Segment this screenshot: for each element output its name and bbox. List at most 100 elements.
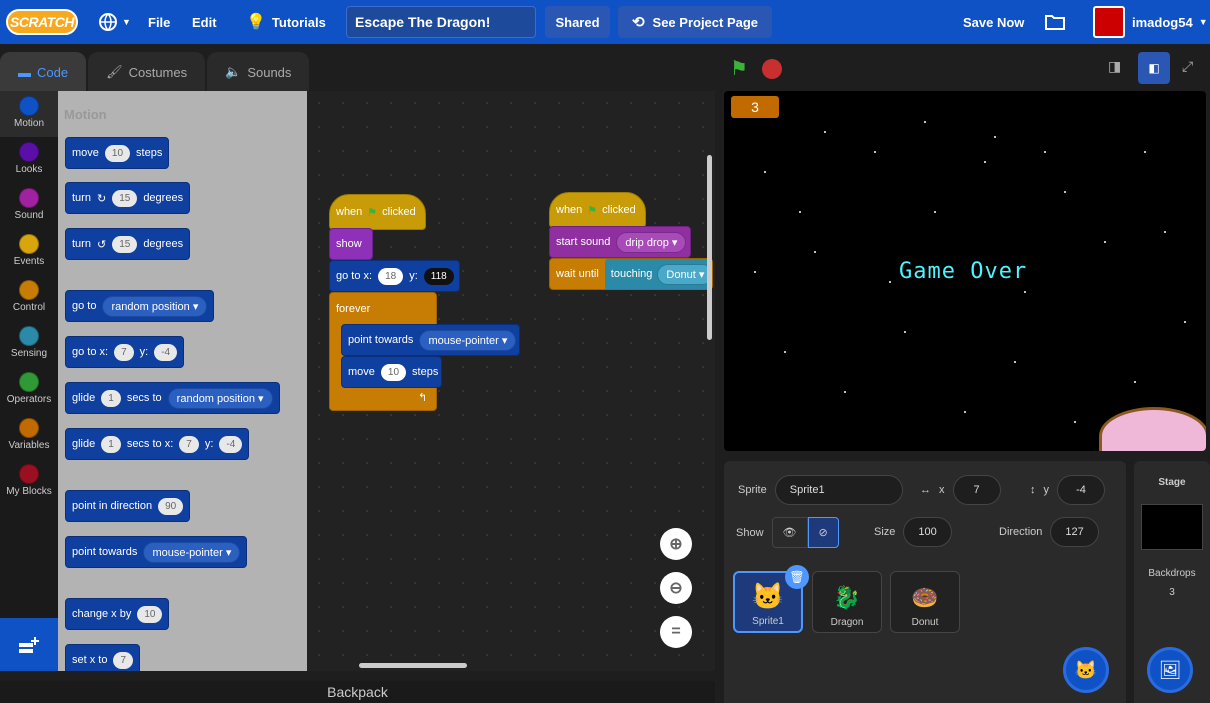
block-dropdown[interactable]: random position ▾ [167, 387, 273, 409]
block-change-x[interactable]: change x by 10 [65, 598, 170, 630]
block-input[interactable]: -4 [219, 435, 243, 453]
block-text: turn [72, 238, 91, 250]
stage-thumbnail[interactable] [1141, 504, 1203, 550]
direction-row: Direction 127 [999, 517, 1099, 547]
block-input[interactable]: 7 [179, 435, 199, 453]
block-input[interactable]: 10 [137, 605, 163, 623]
block-dropdown[interactable]: drip drop ▾ [616, 231, 687, 253]
backpack[interactable]: Backpack [0, 681, 715, 703]
add-backdrop-button[interactable]: 🖼 [1147, 647, 1193, 693]
category-looks[interactable]: Looks [0, 137, 58, 183]
block-input[interactable]: 10 [380, 363, 407, 381]
block-input[interactable]: 118 [423, 267, 454, 285]
script-workspace[interactable]: when ⚑ clicked show go to x: 18 y: 118 foreve… [307, 91, 715, 671]
tutorials-menu[interactable]: 💡 Tutorials [246, 0, 326, 44]
small-stage-icon[interactable]: ◨ [1108, 58, 1121, 75]
block-dropdown[interactable]: mouse-pointer ▾ [143, 541, 241, 563]
horizontal-scrollbar[interactable] [359, 663, 467, 668]
point-towards-block[interactable]: point towards mouse-pointer ▾ [341, 324, 520, 356]
touching-block[interactable]: touching Donut ▾ [604, 259, 712, 289]
my-stuff-folder[interactable] [1045, 0, 1065, 44]
block-input[interactable]: 90 [158, 497, 184, 515]
block-dropdown[interactable]: mouse-pointer ▾ [419, 329, 517, 351]
x-input[interactable]: 7 [952, 475, 1001, 505]
account-menu[interactable]: imadog54 ▼ [1132, 0, 1208, 44]
block-input[interactable]: 15 [112, 189, 138, 207]
block-point-direction[interactable]: point in direction 90 [65, 490, 191, 522]
tab-costumes[interactable]: 🖌 Costumes [88, 52, 206, 92]
block-move-steps[interactable]: move 10 steps [65, 137, 170, 169]
avatar[interactable] [1093, 6, 1125, 38]
fullscreen-icon[interactable]: ⤢ [1182, 58, 1193, 75]
wait-until-block[interactable]: wait until touching Donut ▾ [549, 258, 713, 290]
block-input[interactable]: 7 [114, 343, 134, 361]
block-input[interactable]: 7 [113, 651, 134, 669]
stage-canvas[interactable]: 3 Game Over [724, 91, 1206, 451]
show-block[interactable]: show [329, 228, 373, 260]
tab-costumes-label: Costumes [128, 64, 188, 80]
category-events[interactable]: Events [0, 229, 58, 275]
category-sensing[interactable]: Sensing [0, 321, 58, 367]
vertical-scrollbar[interactable] [707, 155, 712, 340]
block-glide-to[interactable]: glide 1 secs to random position ▾ [65, 382, 280, 414]
category-sound[interactable]: Sound [0, 183, 58, 229]
block-turn-ccw[interactable]: turn ↺ 15 degrees [65, 228, 191, 260]
green-flag-icon[interactable]: ⚑ [730, 56, 748, 81]
save-now-button[interactable]: Save Now [963, 0, 1024, 44]
category-my-blocks[interactable]: My Blocks [0, 459, 58, 505]
block-go-to-xy[interactable]: go to x: 7 y: -4 [65, 336, 185, 368]
normal-stage-icon[interactable]: ◧ [1138, 52, 1170, 84]
sprite-tile-label: Sprite1 [752, 616, 784, 627]
file-menu[interactable]: File [148, 0, 170, 44]
zoom-reset-button[interactable]: = [660, 616, 692, 648]
zoom-in-button[interactable]: ⊕ [660, 528, 692, 560]
project-title-input[interactable] [346, 6, 536, 38]
tab-code[interactable]: ▬ Code [0, 52, 87, 92]
category-operators[interactable]: Operators [0, 367, 58, 413]
go-to-xy-block[interactable]: go to x: 18 y: 118 [329, 260, 460, 292]
tab-sounds[interactable]: 🔈 Sounds [207, 52, 310, 92]
start-sound-block[interactable]: start sound drip drop ▾ [549, 226, 691, 258]
eye-icon[interactable]: 👁 [771, 517, 808, 548]
when-flag-clicked-block[interactable]: when ⚑ clicked [549, 192, 646, 228]
category-control[interactable]: Control [0, 275, 58, 321]
block-turn-cw[interactable]: turn ↻ 15 degrees [65, 182, 191, 214]
sprite-tile-dragon[interactable]: 🐉 Dragon [812, 571, 882, 633]
block-input[interactable]: 1 [101, 435, 121, 453]
block-set-x[interactable]: set x to 7 [65, 644, 141, 671]
edit-menu[interactable]: Edit [192, 0, 217, 44]
block-input[interactable]: 18 [378, 267, 404, 285]
add-sprite-button[interactable]: 🐱 [1063, 647, 1109, 693]
direction-input[interactable]: 127 [1050, 517, 1099, 547]
scratch-logo[interactable]: SCRATCH [6, 9, 78, 35]
trash-icon[interactable]: 🗑 [785, 565, 809, 589]
category-motion[interactable]: Motion [0, 91, 58, 137]
block-input[interactable]: -4 [154, 343, 178, 361]
language-menu[interactable]: ▼ [98, 0, 131, 44]
stop-icon[interactable] [762, 59, 782, 79]
block-go-to[interactable]: go to random position ▾ [65, 290, 215, 322]
size-input[interactable]: 100 [903, 517, 952, 547]
block-input[interactable]: 1 [101, 389, 121, 407]
when-flag-clicked-block[interactable]: when ⚑ clicked [329, 194, 426, 230]
eye-off-icon[interactable]: ⊘ [807, 517, 839, 548]
move-steps-block[interactable]: move 10 steps [341, 356, 442, 388]
shared-button[interactable]: Shared [545, 6, 610, 38]
code-icon: ▬ [18, 64, 31, 80]
see-project-page-button[interactable]: ⟲ See Project Page [618, 6, 772, 38]
add-extension-button[interactable] [0, 618, 58, 671]
y-input[interactable]: -4 [1057, 475, 1105, 505]
block-dropdown[interactable]: Donut ▾ [657, 263, 712, 285]
block-input[interactable]: 15 [112, 235, 138, 253]
block-input[interactable]: 10 [104, 144, 131, 162]
block-point-towards[interactable]: point towards mouse-pointer ▾ [65, 536, 248, 568]
sprite-tile-sprite1[interactable]: 🐱 Sprite1 🗑 [733, 565, 809, 633]
stage-header: ⚑ ◨ ◧ ⤢ [724, 52, 1210, 88]
sprite-name-input[interactable] [774, 475, 903, 505]
block-dropdown[interactable]: random position ▾ [102, 295, 208, 317]
category-variables[interactable]: Variables [0, 413, 58, 459]
block-glide-xy[interactable]: glide 1 secs to x: 7 y: -4 [65, 428, 250, 460]
y-row: ↕ y -4 [1030, 475, 1105, 505]
zoom-out-button[interactable]: ⊖ [660, 572, 692, 604]
sprite-tile-donut[interactable]: 🍩 Donut [890, 571, 960, 633]
